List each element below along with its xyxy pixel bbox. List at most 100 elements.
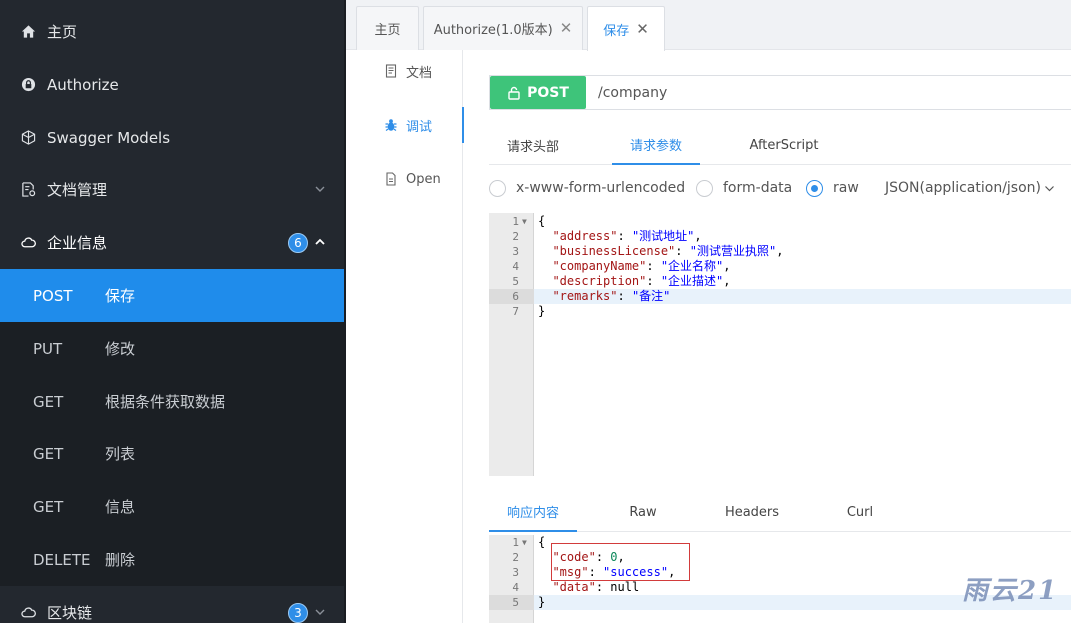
tab-response-raw[interactable]: Raw bbox=[607, 492, 679, 532]
submenu-item-label: 信息 bbox=[105, 498, 136, 516]
request-tabs: 请求头部 请求参数 AfterScript bbox=[489, 125, 1071, 165]
chevron-down-icon bbox=[315, 609, 325, 615]
document-settings-icon bbox=[20, 182, 36, 198]
vtab-label: 调试 bbox=[406, 119, 433, 135]
tab-label: 主页 bbox=[374, 23, 401, 38]
code-line: 1 ▼ { bbox=[512, 214, 546, 228]
http-method: POST bbox=[33, 286, 73, 305]
tab-label: 请求参数 bbox=[629, 138, 682, 154]
vtab-debug[interactable]: 调试 bbox=[346, 107, 464, 143]
submenu-item-label: 保存 bbox=[105, 287, 136, 305]
doc-debug-tabs: 文档 调试 Open bbox=[346, 50, 464, 623]
content-type-radios: x-www-form-urlencoded form-data raw JSON… bbox=[489, 176, 1071, 200]
radio-label: x-www-form-urlencoded bbox=[516, 180, 686, 196]
request-body-editor[interactable]: 1 ▼ { 2 "address": "测试地址", 3 "businessLic… bbox=[489, 213, 1071, 476]
tabs-bar: 主页 Authorize(1.0版本) ✕ 保存 ✕ bbox=[346, 0, 1071, 51]
sidebar-item-swagger-models[interactable]: Swagger Models bbox=[0, 111, 346, 164]
submenu-item-get-list[interactable]: GET 列表 bbox=[0, 427, 346, 480]
sidebar-item-home[interactable]: 主页 bbox=[0, 5, 346, 58]
sidebar-item-label: 主页 bbox=[47, 23, 78, 41]
tab-label: Curl bbox=[846, 504, 874, 520]
tab-label: Authorize(1.0版本) bbox=[433, 23, 553, 38]
watermark: 雨云21 bbox=[962, 576, 1059, 606]
cloud-icon bbox=[20, 605, 36, 621]
sidebar-item-label: Swagger Models bbox=[47, 128, 171, 147]
submenu-item-label: 列表 bbox=[105, 445, 136, 463]
code-line: 2 "address": "测试地址", bbox=[512, 229, 702, 243]
radio-label: raw bbox=[833, 180, 859, 196]
tab-label: Headers bbox=[724, 504, 780, 520]
tab-label: Raw bbox=[629, 504, 657, 520]
count-badge: 6 bbox=[288, 233, 308, 253]
sidebar-item-label: 区块链 bbox=[47, 604, 93, 622]
chevron-down-icon bbox=[1045, 185, 1054, 191]
sidebar-item-label: 企业信息 bbox=[47, 234, 108, 252]
submenu-item-post-save[interactable]: POST 保存 bbox=[0, 269, 346, 322]
annotation-highlight-box bbox=[551, 543, 690, 581]
tab-response-curl[interactable]: Curl bbox=[825, 492, 895, 532]
radio-circle[interactable] bbox=[696, 179, 713, 197]
http-method: GET bbox=[33, 444, 64, 463]
radio-urlencoded[interactable]: x-www-form-urlencoded bbox=[489, 176, 685, 200]
submenu-item-label: 修改 bbox=[105, 340, 136, 358]
code-line: 7 } bbox=[512, 304, 546, 318]
document-icon bbox=[384, 64, 398, 78]
radio-form-data[interactable]: form-data bbox=[696, 176, 792, 200]
send-request-button[interactable]: POST bbox=[490, 76, 586, 109]
submenu-item-label: 删除 bbox=[105, 551, 136, 569]
tab-request-params[interactable]: 请求参数 bbox=[612, 125, 700, 165]
http-method: GET bbox=[33, 497, 64, 516]
lock-icon bbox=[20, 77, 36, 93]
vtab-open[interactable]: Open bbox=[346, 161, 463, 197]
radio-raw[interactable]: raw bbox=[806, 176, 859, 200]
tab-label: 请求头部 bbox=[506, 139, 559, 155]
close-icon[interactable]: ✕ bbox=[560, 21, 573, 36]
cube-icon bbox=[20, 130, 36, 146]
bug-icon bbox=[384, 118, 398, 132]
url-bar: POST bbox=[489, 75, 1071, 110]
sidebar-item-doc-management[interactable]: 文档管理 bbox=[0, 163, 346, 216]
tab-request-headers[interactable]: 请求头部 bbox=[489, 125, 577, 165]
sidebar: 主页 Authorize Swagger Models 文档管理 企业信息 6 … bbox=[0, 0, 346, 623]
sidebar-item-label: Authorize bbox=[47, 75, 119, 94]
sidebar-item-authorize[interactable]: Authorize bbox=[0, 58, 346, 111]
file-icon bbox=[384, 172, 398, 186]
app-root: 主页 Authorize Swagger Models 文档管理 企业信息 6 … bbox=[0, 0, 1071, 623]
sidebar-item-company-info[interactable]: 企业信息 6 bbox=[0, 216, 346, 269]
tab-afterscript[interactable]: AfterScript bbox=[739, 125, 829, 165]
cloud-icon bbox=[20, 235, 36, 251]
url-input[interactable] bbox=[586, 76, 1071, 109]
sidebar-item-label: 文档管理 bbox=[47, 181, 108, 199]
method-label: POST bbox=[527, 84, 569, 101]
tab-home[interactable]: 主页 bbox=[356, 6, 419, 50]
chevron-up-icon bbox=[315, 238, 325, 245]
sidebar-item-blockchain[interactable]: 区块链 3 bbox=[0, 586, 346, 623]
submenu-item-delete[interactable]: DELETE 删除 bbox=[0, 533, 346, 586]
code-line: 5 "description": "企业描述", bbox=[512, 274, 731, 288]
submenu-item-put-modify[interactable]: PUT 修改 bbox=[0, 322, 346, 375]
tab-label: AfterScript bbox=[749, 137, 819, 153]
response-tabs: 响应内容 Raw Headers Curl bbox=[489, 492, 1071, 532]
submenu-item-get-query[interactable]: GET 根据条件获取数据 bbox=[0, 375, 346, 428]
close-icon[interactable]: ✕ bbox=[636, 21, 649, 37]
tab-response-headers[interactable]: Headers bbox=[711, 492, 793, 532]
tab-label: 保存 bbox=[603, 23, 630, 39]
tab-response-content[interactable]: 响应内容 bbox=[489, 492, 577, 532]
unlock-icon bbox=[508, 86, 520, 100]
tab-save[interactable]: 保存 ✕ bbox=[587, 6, 665, 51]
submenu-item-label: 根据条件获取数据 bbox=[105, 393, 226, 411]
chevron-down-icon bbox=[315, 186, 325, 192]
raw-type-select[interactable]: JSON(application/json) bbox=[885, 176, 1055, 200]
vtab-label: 文档 bbox=[406, 65, 433, 81]
home-icon bbox=[20, 24, 36, 40]
vtab-label: Open bbox=[406, 171, 441, 187]
tab-authorize[interactable]: Authorize(1.0版本) ✕ bbox=[423, 6, 583, 50]
http-method: PUT bbox=[33, 339, 63, 358]
vtab-document[interactable]: 文档 bbox=[346, 53, 463, 89]
radio-circle[interactable] bbox=[489, 179, 506, 197]
radio-circle[interactable] bbox=[806, 179, 823, 197]
tab-label: 响应内容 bbox=[506, 505, 559, 521]
submenu-item-get-info[interactable]: GET 信息 bbox=[0, 480, 346, 533]
count-badge: 3 bbox=[288, 603, 308, 623]
raw-type-label: JSON(application/json) bbox=[885, 180, 1041, 196]
